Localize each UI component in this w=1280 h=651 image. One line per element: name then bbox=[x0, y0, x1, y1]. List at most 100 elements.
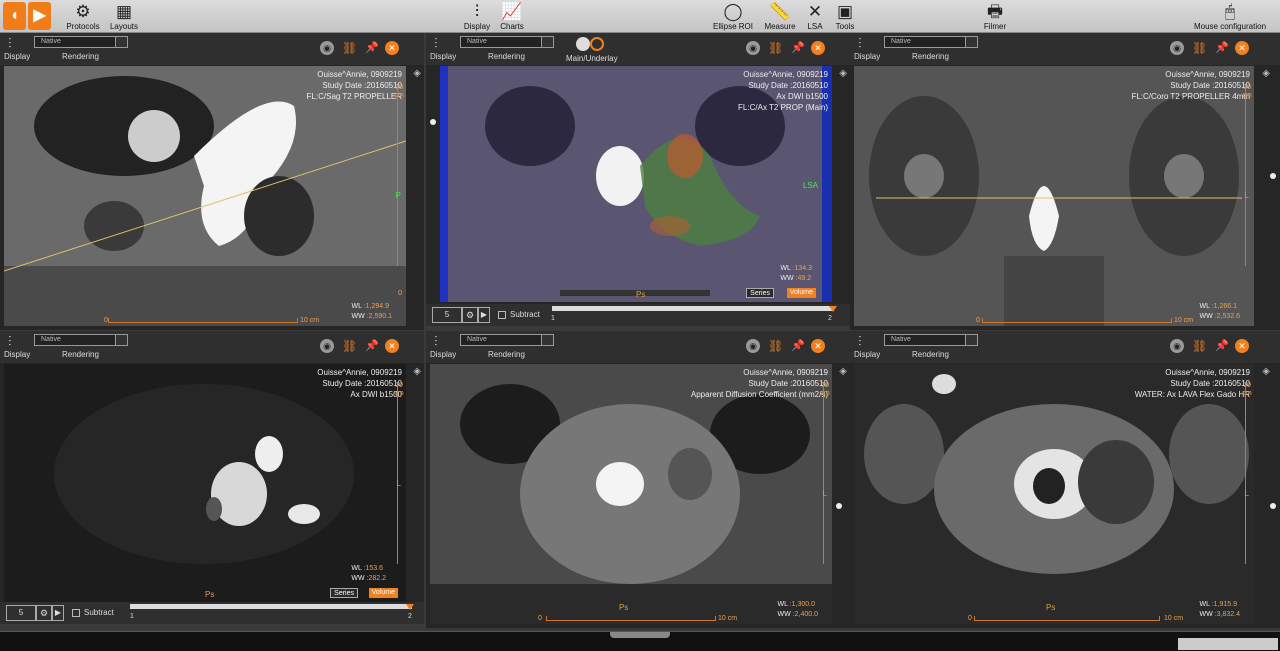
time-slider[interactable] bbox=[130, 604, 412, 609]
main-underlay-toggle[interactable] bbox=[576, 37, 608, 51]
display-sliders-icon[interactable]: ⫶ bbox=[434, 333, 438, 350]
ellipse-roi-button[interactable]: ◯ Ellipse ROI bbox=[710, 0, 756, 33]
display-sliders-icon[interactable]: ⫶ bbox=[858, 333, 862, 350]
opacity-slider-handle[interactable] bbox=[430, 119, 436, 125]
stack-icon[interactable]: ◈ bbox=[839, 68, 847, 79]
stack-icon[interactable]: ◈ bbox=[413, 68, 421, 79]
close-icon[interactable]: ✕ bbox=[811, 339, 825, 353]
camera-icon[interactable]: ◉ bbox=[320, 339, 334, 353]
link-icon[interactable]: ⛓ bbox=[768, 339, 783, 353]
mri-image[interactable]: Ouisse^Annie, 0909219 Study Date :201605… bbox=[854, 364, 1254, 624]
viewport-lava[interactable]: ⫶ Display Native Rendering ◉ ⛓ 📌 ✕ Ouiss… bbox=[850, 331, 1280, 628]
frame-number[interactable]: 5 bbox=[432, 307, 462, 323]
camera-icon[interactable]: ◉ bbox=[1170, 339, 1184, 353]
protocols-button[interactable]: ⚙ Protocols bbox=[64, 0, 102, 33]
rendering-select[interactable]: Native bbox=[460, 36, 554, 48]
camera-icon[interactable]: ◉ bbox=[1170, 41, 1184, 55]
cine-settings-icon[interactable]: ⚙ bbox=[462, 307, 478, 323]
adc-image-canvas bbox=[430, 364, 832, 624]
viewport-adc[interactable]: ⫶ Display Native Rendering ◉ ⛓ 📌 ✕ Ouiss… bbox=[426, 331, 850, 628]
cine-settings-icon[interactable]: ⚙ bbox=[36, 605, 52, 621]
viewport-coronal[interactable]: ⫶ Display Native Rendering ◉ ⛓ 📌 ✕ Ouiss… bbox=[850, 33, 1280, 330]
subtract-checkbox[interactable] bbox=[72, 609, 80, 617]
time-slider-handle[interactable] bbox=[829, 306, 837, 312]
close-icon[interactable]: ✕ bbox=[1235, 41, 1249, 55]
pin-icon[interactable]: 📌 bbox=[1215, 339, 1229, 353]
app-logo[interactable]: ◖ ▶ bbox=[3, 2, 51, 30]
close-icon[interactable]: ✕ bbox=[811, 41, 825, 55]
rendering-select[interactable]: Native bbox=[884, 36, 978, 48]
charts-button[interactable]: 📈 Charts bbox=[496, 0, 528, 33]
play-icon[interactable]: ▶ bbox=[52, 605, 64, 621]
viewport-fused-axial[interactable]: ⫶ Display Native Rendering Main/Underlay… bbox=[426, 33, 850, 306]
viewport-header: ⫶ Display Native Rendering ◉ ⛓ 📌 ✕ bbox=[850, 33, 1280, 65]
study-date: Study Date :20160510 bbox=[322, 379, 402, 388]
rendering-select[interactable]: Native bbox=[34, 36, 128, 48]
display-sliders-icon[interactable]: ⫶ bbox=[434, 35, 438, 52]
mri-image[interactable]: Ouisse^Annie, 0909219 Study Date :201605… bbox=[440, 66, 832, 302]
stack-icon[interactable]: ◈ bbox=[839, 366, 847, 377]
camera-icon[interactable]: ◉ bbox=[746, 41, 760, 55]
printer-icon: 🖶 bbox=[986, 2, 1004, 21]
mri-image[interactable]: Ouisse^Annie, 0909219 Study Date :201605… bbox=[854, 66, 1254, 326]
frame-number[interactable]: 5 bbox=[6, 605, 36, 621]
display-sliders-icon[interactable]: ⫶ bbox=[8, 35, 12, 52]
time-slider-handle[interactable] bbox=[406, 604, 414, 610]
pin-icon[interactable]: 📌 bbox=[791, 339, 805, 353]
patient-name: Ouisse^Annie, 0909219 bbox=[743, 70, 828, 79]
rendering-select[interactable]: Native bbox=[460, 334, 554, 346]
mri-image[interactable]: Ouisse^Annie, 0909219 Study Date :201605… bbox=[4, 364, 406, 602]
volume-tag[interactable]: Volume bbox=[786, 288, 816, 298]
panel-resize-grip[interactable] bbox=[610, 632, 670, 638]
stack-icon[interactable]: ◈ bbox=[1262, 68, 1270, 79]
close-icon[interactable]: ✕ bbox=[1235, 339, 1249, 353]
window-level: WL :153.6 WW :282.2 bbox=[351, 565, 386, 582]
link-icon[interactable]: ⛓ bbox=[342, 339, 357, 353]
close-icon[interactable]: ✕ bbox=[385, 41, 399, 55]
link-icon[interactable]: ⛓ bbox=[1192, 339, 1207, 353]
mri-image[interactable]: Ouisse^Annie, 0909219 Study Date :201605… bbox=[4, 66, 406, 326]
subtract-checkbox[interactable] bbox=[498, 311, 506, 319]
time-slider[interactable] bbox=[552, 306, 834, 311]
close-icon[interactable]: ✕ bbox=[385, 339, 399, 353]
camera-icon[interactable]: ◉ bbox=[320, 41, 334, 55]
rendering-select[interactable]: Native bbox=[34, 334, 128, 346]
stack-icon[interactable]: ◈ bbox=[413, 366, 421, 377]
mouse-configuration-button[interactable]: 🖱 Mouse configuration bbox=[1192, 0, 1268, 33]
slice-slider-handle[interactable] bbox=[836, 503, 842, 509]
wl-value: :1,266.1 bbox=[1211, 303, 1238, 310]
play-icon[interactable]: ▶ bbox=[478, 307, 490, 323]
window-level: WL :1,266.1 WW :2,532.6 bbox=[1199, 303, 1240, 320]
rendering-select[interactable]: Native bbox=[884, 334, 978, 346]
pin-icon[interactable]: 📌 bbox=[791, 41, 805, 55]
pin-icon[interactable]: 📌 bbox=[1215, 41, 1229, 55]
series-tag[interactable]: Series bbox=[330, 588, 358, 598]
orientation-right: LSA bbox=[802, 181, 818, 190]
layouts-button[interactable]: ▦ Layouts bbox=[106, 0, 142, 33]
slice-slider-handle[interactable] bbox=[1270, 503, 1276, 509]
stack-icon[interactable]: ◈ bbox=[1262, 366, 1270, 377]
pin-icon[interactable]: 📌 bbox=[365, 339, 379, 353]
tools-button[interactable]: ▣ Tools bbox=[832, 0, 858, 33]
link-icon[interactable]: ⛓ bbox=[1192, 41, 1207, 55]
measure-button[interactable]: 📏 Measure bbox=[762, 0, 798, 33]
lava-image-canvas bbox=[854, 364, 1254, 624]
series-tag[interactable]: Series bbox=[746, 288, 774, 298]
display-sliders-icon[interactable]: ⫶ bbox=[8, 333, 12, 350]
viewport-header: ⫶ Display Native Rendering ◉ ⛓ 📌 ✕ bbox=[0, 33, 424, 65]
filmer-button[interactable]: 🖶 Filmer bbox=[980, 0, 1010, 33]
camera-icon[interactable]: ◉ bbox=[746, 339, 760, 353]
link-icon[interactable]: ⛓ bbox=[342, 41, 357, 55]
viewport-dwi[interactable]: ⫶ Display Native Rendering ◉ ⛓ 📌 ✕ Ouiss… bbox=[0, 331, 424, 606]
display-sliders-icon[interactable]: ⫶ bbox=[858, 35, 862, 52]
slice-slider-handle[interactable] bbox=[1270, 173, 1276, 179]
link-icon[interactable]: ⛓ bbox=[768, 41, 783, 55]
viewport-sagittal[interactable]: ⫶ Display Native Rendering ◉ ⛓ 📌 ✕ Ouiss… bbox=[0, 33, 424, 330]
pin-icon[interactable]: 📌 bbox=[365, 41, 379, 55]
mri-image[interactable]: Ouisse^Annie, 0909219 Study Date :201605… bbox=[430, 364, 832, 624]
display-button[interactable]: ⫶ Display bbox=[460, 0, 494, 33]
slider-max: 2 bbox=[408, 613, 412, 620]
display-label: Display bbox=[4, 350, 31, 359]
lsa-button[interactable]: ✕ LSA bbox=[802, 0, 828, 33]
volume-tag[interactable]: Volume bbox=[368, 588, 398, 598]
